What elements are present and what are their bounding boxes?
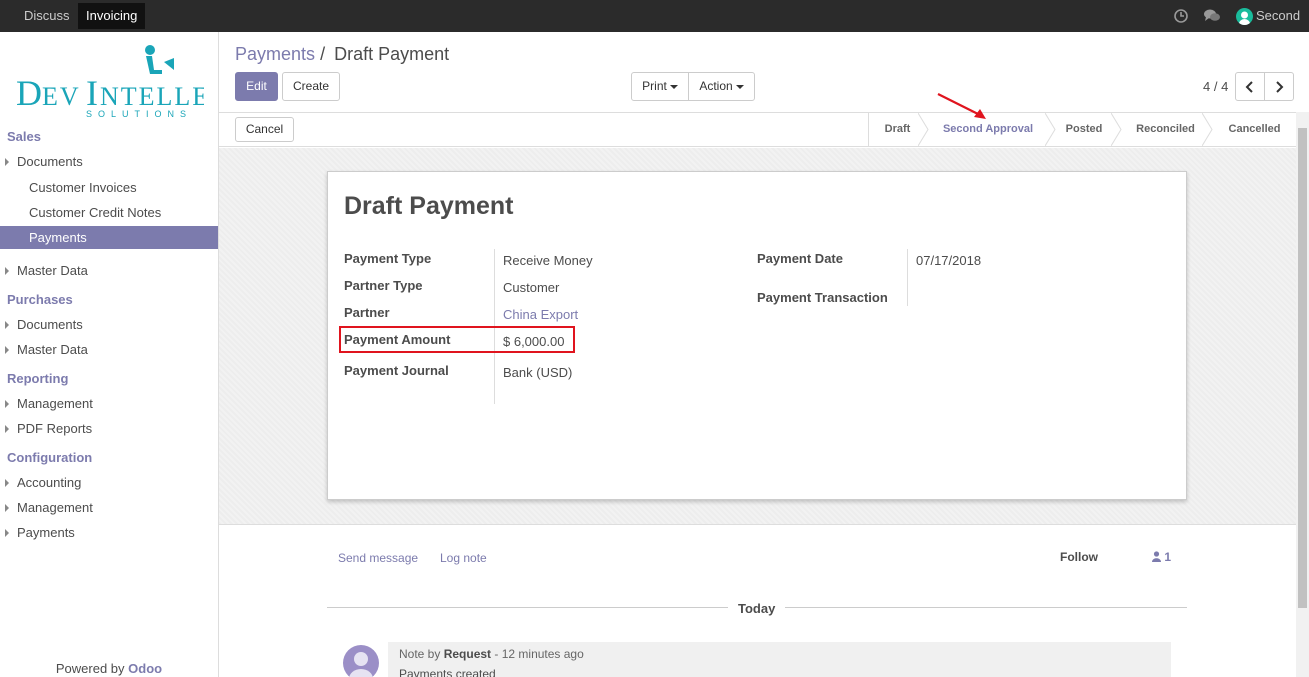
svg-text:NTELLE: NTELLE — [100, 82, 204, 111]
caret-down-icon — [669, 84, 678, 89]
menu-section-configuration[interactable]: Configuration — [7, 450, 92, 465]
caret-right-icon — [5, 267, 9, 275]
label-payment-type: Payment Type — [344, 251, 432, 266]
user-name[interactable]: Second — [1256, 8, 1300, 23]
menu-customer-invoices[interactable]: Customer Invoices — [0, 176, 218, 199]
menu-section-sales[interactable]: Sales — [7, 129, 41, 144]
sidebar: D EV I NTELLE SOLUTIONS Sales Documents … — [0, 32, 219, 677]
value-partner-type: Customer — [503, 280, 560, 295]
create-button[interactable]: Create — [282, 72, 340, 101]
breadcrumb-current: Draft Payment — [334, 44, 450, 64]
breadcrumb: Payments / Draft Payment — [235, 44, 449, 65]
follow-button[interactable]: Follow — [1060, 550, 1098, 564]
menu-section-reporting[interactable]: Reporting — [7, 371, 68, 386]
pager-previous-button[interactable] — [1235, 72, 1265, 101]
top-navbar: Discuss Invoicing Second — [0, 0, 1309, 32]
breadcrumb-separator: / — [320, 44, 326, 64]
app-discuss[interactable]: Discuss — [16, 3, 78, 29]
status-stages: Draft Second Approval Posted Reconciled … — [868, 113, 1296, 146]
menu-reporting-management[interactable]: Management — [0, 392, 218, 415]
menu-section-purchases[interactable]: Purchases — [7, 292, 73, 307]
action-dropdown[interactable]: Action — [688, 72, 755, 101]
author-avatar[interactable] — [343, 645, 379, 677]
menu-customer-credit-notes[interactable]: Customer Credit Notes — [0, 201, 218, 224]
menu-config-management[interactable]: Management — [0, 496, 218, 519]
svg-text:EV: EV — [42, 82, 81, 111]
caret-right-icon — [5, 321, 9, 329]
pager-value: 4 / 4 — [1203, 79, 1229, 94]
caret-right-icon — [5, 479, 9, 487]
value-payment-type: Receive Money — [503, 253, 593, 268]
menu-sales-master-data[interactable]: Master Data — [0, 259, 218, 282]
chevron-left-icon — [1245, 81, 1253, 93]
message-body: Payments created — [399, 667, 496, 677]
label-payment-amount: Payment Amount — [344, 332, 451, 347]
cancel-button[interactable]: Cancel — [235, 117, 294, 142]
powered-by: Powered by Odoo — [55, 661, 163, 676]
field-divider — [907, 249, 908, 306]
chevron-right-icon — [1276, 81, 1284, 93]
user-avatar[interactable] — [1236, 8, 1253, 25]
stage-posted[interactable]: Posted — [1055, 113, 1113, 146]
menu-purchases-documents[interactable]: Documents — [0, 313, 218, 336]
svg-text:D: D — [16, 73, 43, 113]
annotation-arrow-icon — [937, 93, 986, 119]
pager-next-button[interactable] — [1264, 72, 1294, 101]
menu-config-accounting[interactable]: Accounting — [0, 471, 218, 494]
stage-cancelled[interactable]: Cancelled — [1212, 113, 1297, 146]
send-message-link[interactable]: Send message — [338, 551, 418, 565]
label-partner-type: Partner Type — [344, 278, 423, 293]
edit-button[interactable]: Edit — [235, 72, 278, 101]
menu-pdf-reports[interactable]: PDF Reports — [0, 417, 218, 440]
date-separator: Today — [728, 601, 786, 616]
record-title: Draft Payment — [344, 192, 514, 220]
label-payment-journal: Payment Journal — [344, 363, 449, 378]
stage-separator — [1111, 113, 1122, 146]
message-time: - 12 minutes ago — [494, 647, 584, 661]
value-payment-journal: Bank (USD) — [503, 365, 573, 380]
svg-text:SOLUTIONS: SOLUTIONS — [86, 109, 192, 119]
followers-button[interactable]: 1 — [1152, 550, 1171, 564]
print-dropdown[interactable]: Print — [631, 72, 689, 101]
caret-right-icon — [5, 425, 9, 433]
odoo-link[interactable]: Odoo — [128, 661, 162, 676]
message-header: Note by Request - 12 minutes ago — [399, 647, 584, 661]
caret-right-icon — [5, 529, 9, 537]
breadcrumb-payments-link[interactable]: Payments — [235, 44, 315, 64]
caret-right-icon — [5, 400, 9, 408]
menu-payments[interactable]: Payments — [0, 226, 218, 249]
caret-down-icon — [735, 84, 744, 89]
caret-right-icon — [5, 158, 9, 166]
svg-text:I: I — [86, 73, 98, 113]
scrollbar[interactable] — [1296, 112, 1309, 677]
chat-icon[interactable] — [1203, 8, 1221, 24]
scrollbar-thumb[interactable] — [1298, 128, 1307, 608]
message-author[interactable]: Request — [444, 647, 491, 661]
menu-purchases-master-data[interactable]: Master Data — [0, 338, 218, 361]
label-payment-date: Payment Date — [757, 251, 843, 266]
clock-icon[interactable] — [1173, 8, 1189, 24]
caret-right-icon — [5, 346, 9, 354]
label-partner: Partner — [344, 305, 390, 320]
value-payment-amount: $ 6,000.00 — [503, 334, 565, 349]
menu-config-payments[interactable]: Payments — [0, 521, 218, 544]
value-payment-date: 07/17/2018 — [916, 253, 982, 268]
app-invoicing[interactable]: Invoicing — [78, 3, 146, 29]
user-icon — [1152, 551, 1161, 562]
partner-link[interactable]: China Export — [503, 307, 578, 322]
label-payment-transaction: Payment Transaction — [757, 290, 888, 305]
caret-right-icon — [5, 504, 9, 512]
menu-sales-documents[interactable]: Documents — [0, 150, 218, 173]
stage-reconciled[interactable]: Reconciled — [1125, 113, 1206, 146]
log-note-link[interactable]: Log note — [440, 551, 487, 565]
company-logo[interactable]: D EV I NTELLE SOLUTIONS — [14, 44, 208, 120]
